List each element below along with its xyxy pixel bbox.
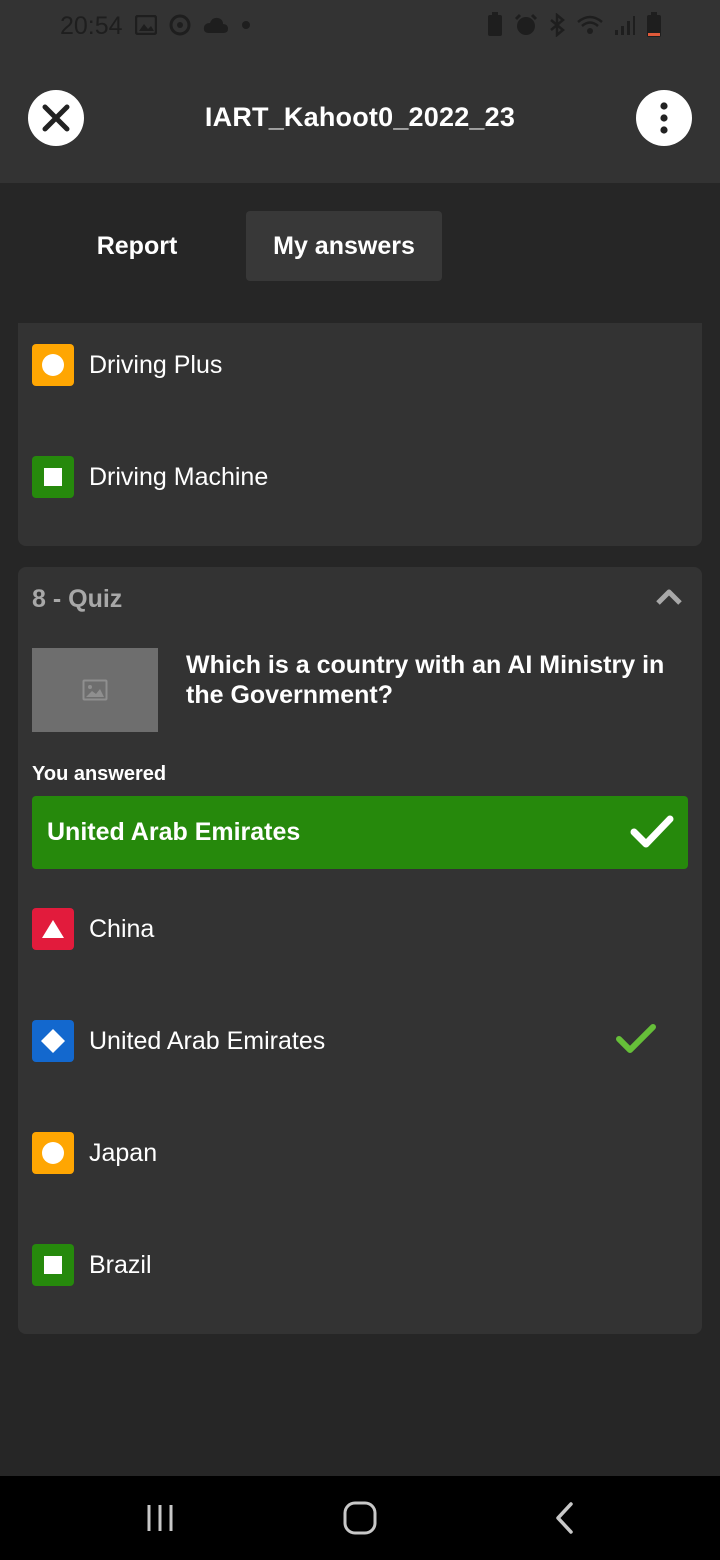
answer-text: Japan [89, 1138, 158, 1167]
tab-bar: Report My answers [0, 211, 720, 281]
answer-text: United Arab Emirates [89, 1026, 326, 1055]
answer-text: China [89, 914, 155, 943]
back-button[interactable] [544, 1498, 584, 1538]
answer-text: Brazil [89, 1250, 152, 1279]
bluetooth-icon [550, 13, 565, 37]
answer-option: Driving Plus [32, 343, 688, 387]
check-icon [630, 815, 674, 848]
answer-option: Driving Machine [32, 455, 688, 499]
app-bar: IART_Kahoot0_2022_23 [0, 56, 720, 183]
back-icon [556, 1502, 573, 1534]
chevron-up-icon [656, 589, 682, 605]
location-icon [169, 14, 191, 36]
square-shape-icon [32, 456, 74, 498]
answer-option: Japan [32, 1131, 688, 1175]
close-button[interactable] [28, 90, 84, 146]
image-placeholder-icon [82, 679, 108, 701]
answer-text: Driving Plus [89, 350, 223, 379]
question-image-placeholder [32, 648, 158, 732]
dot-icon [242, 21, 250, 29]
recent-apps-button[interactable] [140, 1498, 180, 1538]
status-bar: 20:54 [0, 0, 720, 56]
alarm-icon [514, 13, 538, 35]
status-right-icons [486, 12, 662, 38]
home-icon [343, 1501, 377, 1535]
diamond-shape-icon [32, 1020, 74, 1062]
question-header: 8 - Quiz [32, 585, 123, 613]
battery-saver-icon [488, 12, 502, 36]
tab-report[interactable]: Report [70, 211, 204, 281]
answer-option: Brazil [32, 1243, 688, 1287]
status-left-icons [135, 14, 251, 36]
system-nav-bar [0, 1476, 720, 1560]
square-shape-icon [32, 1244, 74, 1286]
image-icon [135, 15, 157, 35]
answer-option-correct: United Arab Emirates [32, 1019, 688, 1063]
tab-my-answers[interactable]: My answers [246, 211, 442, 281]
triangle-shape-icon [32, 908, 74, 950]
home-button[interactable] [340, 1498, 380, 1538]
collapse-button[interactable] [656, 589, 682, 610]
selected-answer-banner: United Arab Emirates [32, 796, 688, 869]
battery-icon [647, 12, 661, 37]
wifi-icon [577, 15, 603, 34]
question-text: Which is a country with an AI Ministry i… [186, 651, 665, 709]
circle-shape-icon [32, 344, 74, 386]
page-title: IART_Kahoot0_2022_23 [204, 102, 516, 132]
more-options-button[interactable] [636, 90, 692, 146]
correct-check-icon [616, 1024, 656, 1053]
circle-shape-icon [32, 1132, 74, 1174]
answer-option: China [32, 907, 688, 951]
close-icon [42, 104, 70, 132]
status-time: 20:54 [60, 12, 123, 40]
recent-apps-icon [147, 1505, 173, 1531]
question-card: 8 - Quiz Which is a country with an AI M… [18, 567, 702, 1334]
cloud-icon [203, 17, 228, 33]
selected-answer-text: United Arab Emirates [47, 818, 301, 846]
more-vertical-icon [660, 102, 668, 134]
you-answered-label: You answered [32, 763, 167, 785]
signal-icon [615, 16, 635, 35]
question-card-previous: Driving Plus Driving Machine [18, 323, 702, 546]
answer-text: Driving Machine [89, 462, 269, 491]
